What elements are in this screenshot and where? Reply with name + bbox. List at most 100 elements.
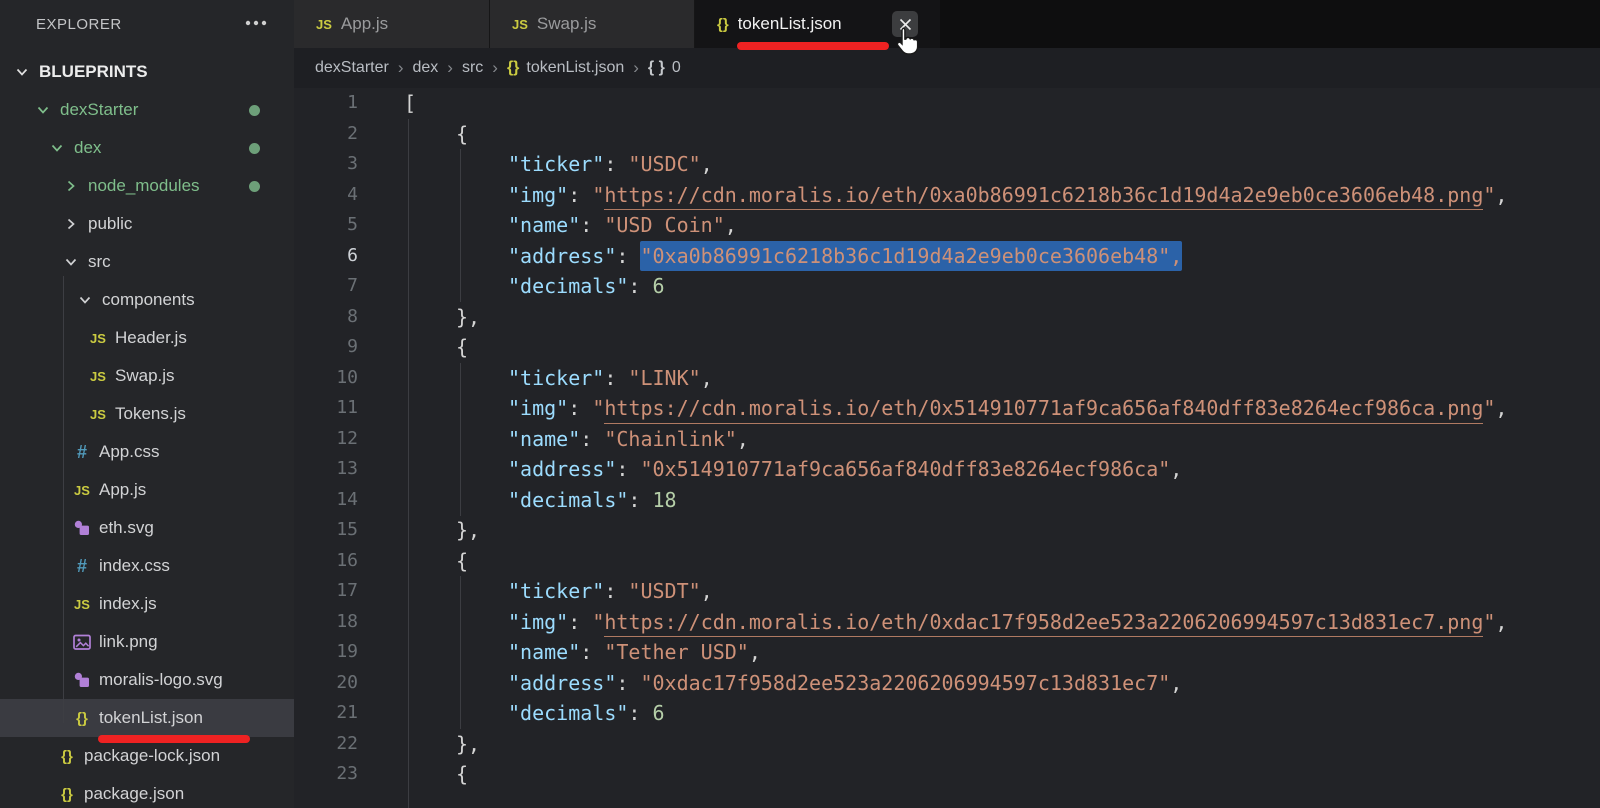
tree-item-app-css[interactable]: # App.css xyxy=(0,433,294,471)
tree-item-components[interactable]: components xyxy=(0,281,294,319)
tree-item-dexstarter[interactable]: dexStarter xyxy=(0,91,294,129)
line-number: 21 xyxy=(336,702,358,723)
editor-group: JS App.js JS Swap.js {} tokenList.json dexSta… xyxy=(294,0,1600,808)
tree-indent-guide xyxy=(63,276,64,723)
chevron-right-icon xyxy=(61,178,81,194)
code-line-5: 5 "name": "USD Coin", xyxy=(294,210,1600,241)
tree-item-src[interactable]: src xyxy=(0,243,294,281)
code-token: }, xyxy=(456,731,481,756)
code-line-22: 22}, xyxy=(294,729,1600,760)
tree-item-moralis-logo-svg[interactable]: moralis-logo.svg xyxy=(0,661,294,699)
tree-item-label: package.json xyxy=(84,784,185,803)
code-token: }, xyxy=(456,304,481,329)
explorer-title: EXPLORER xyxy=(36,15,122,33)
tree-item-package-json[interactable]: {} package.json xyxy=(0,775,294,808)
url-link[interactable]: https://cdn.moralis.io/eth/0x514910771af… xyxy=(604,393,1484,424)
line-number: 6 xyxy=(347,244,358,266)
tree-item-index-js[interactable]: JS index.js xyxy=(0,585,294,623)
chevron-down-icon xyxy=(61,254,81,270)
mouse-cursor-pointer-icon xyxy=(896,27,919,55)
chevron-down-icon xyxy=(33,102,53,118)
code-token: : xyxy=(568,182,593,207)
code-line-2: 2{ xyxy=(294,119,1600,150)
code-token: : xyxy=(616,457,641,481)
code-line-8: 8}, xyxy=(294,302,1600,333)
tree-item-public[interactable]: public xyxy=(0,205,294,243)
tree-item-label: package-lock.json xyxy=(84,746,221,765)
code-line-11: 11 "img": " https://cdn.moralis.io/eth/0x5… xyxy=(294,393,1600,424)
line-number: 4 xyxy=(347,183,358,205)
code-line-18: 18 "img": " https://cdn.moralis.io/eth/0xd… xyxy=(294,607,1600,637)
sidebar-section-blueprints[interactable]: BLUEPRINTS xyxy=(0,53,294,91)
code-token: , xyxy=(700,579,713,603)
breadcrumb-item-dexstarter[interactable]: dexStarter xyxy=(315,59,389,77)
svg-file-icon xyxy=(72,519,92,537)
breadcrumb-item-src[interactable]: src xyxy=(462,59,483,77)
url-link[interactable]: https://cdn.moralis.io/eth/0xdac17f958d2… xyxy=(604,607,1484,637)
js-file-icon: JS xyxy=(90,330,106,346)
code-line-20: 20 "address": "0xdac17f958d2ee523a2206206… xyxy=(294,668,1600,699)
line-number: 8 xyxy=(347,305,358,327)
json-file-icon: {} xyxy=(76,709,88,727)
breadcrumb-separator: › xyxy=(633,58,639,77)
git-modified-dot xyxy=(249,143,260,154)
tree-item-label: public xyxy=(88,214,133,233)
tree-item-swap-js[interactable]: JS Swap.js xyxy=(0,357,294,395)
code-token: : xyxy=(628,701,653,725)
code-line-21: 21 "decimals": 6 xyxy=(294,698,1600,729)
css-file-icon: # xyxy=(76,555,87,576)
code-token: : xyxy=(568,609,593,634)
tree-item-dex[interactable]: dex xyxy=(0,129,294,167)
tree-item-node-modules[interactable]: node_modules xyxy=(0,167,294,205)
code-line-10: 10 "ticker": "LINK", xyxy=(294,363,1600,394)
code-line-4: 4 "img": " https://cdn.moralis.io/eth/0xa0… xyxy=(294,180,1600,210)
code-token: , xyxy=(1170,457,1183,481)
tree-item-app-js[interactable]: JS App.js xyxy=(0,471,294,509)
tree-item-index-css[interactable]: # index.css xyxy=(0,547,294,585)
url-link[interactable]: https://cdn.moralis.io/eth/0xa0b86991c62… xyxy=(604,180,1484,210)
breadcrumb: dexStarter › dex › src › {} tokenList.json › { } 0 xyxy=(294,48,1600,88)
code-token: "Chainlink" xyxy=(604,426,737,451)
chevron-down-icon xyxy=(12,64,32,80)
code-line-17: 17 "ticker": "USDT", xyxy=(294,576,1600,607)
breadcrumb-item-0[interactable]: { } 0 xyxy=(648,59,681,77)
braces-icon: { } xyxy=(647,59,665,76)
svg-file-icon xyxy=(72,671,92,689)
line-number: 22 xyxy=(336,732,358,754)
breadcrumb-item-dex[interactable]: dex xyxy=(412,59,438,77)
tree-item-eth-svg[interactable]: eth.svg xyxy=(0,509,294,547)
breadcrumb-label: dex xyxy=(412,59,439,76)
code-token: { xyxy=(456,335,469,359)
js-file-icon: JS xyxy=(90,368,106,384)
tree-item-tokens-js[interactable]: JS Tokens.js xyxy=(0,395,294,433)
tree-item-label: eth.svg xyxy=(99,518,154,537)
ellipsis-menu-icon[interactable] xyxy=(244,14,268,32)
tree-item-label: components xyxy=(102,290,195,309)
tree-item-link-png[interactable]: link.png xyxy=(0,623,294,661)
line-number: 14 xyxy=(336,488,358,510)
code-token: "USDC" xyxy=(628,152,701,176)
line-number: 23 xyxy=(336,763,358,784)
tab-app-js[interactable]: JS App.js xyxy=(294,0,490,48)
tree-item-label: Swap.js xyxy=(115,366,175,385)
code-token: "decimals" xyxy=(508,487,629,512)
tab-swap-js[interactable]: JS Swap.js xyxy=(490,0,695,48)
code-editor[interactable]: 1[2{3 "ticker": "USDC", 4 "img": " https://c… xyxy=(294,88,1600,808)
tree-item-label: index.js xyxy=(99,594,157,613)
line-number: 15 xyxy=(336,519,358,540)
tree-item-label: node_modules xyxy=(88,176,200,195)
line-number: 13 xyxy=(336,458,358,479)
breadcrumb-item-tokenlist-json[interactable]: {} tokenList.json xyxy=(507,59,624,77)
code-token: "img" xyxy=(508,396,569,420)
tree-item-header-js[interactable]: JS Header.js xyxy=(0,319,294,357)
json-file-icon: {} xyxy=(717,15,729,33)
tree-item-label: App.css xyxy=(99,442,160,461)
explorer-header: EXPLORER xyxy=(0,0,294,48)
code-line-23: 23 { xyxy=(294,759,1600,790)
tree-item-label: dexStarter xyxy=(60,100,139,119)
code-token: : xyxy=(628,274,653,298)
tree-item-label: dex xyxy=(74,138,102,157)
code-token: : xyxy=(604,152,629,176)
tree-item-tokenlist-json[interactable]: {} tokenList.json xyxy=(0,699,294,737)
code-token: , xyxy=(1495,182,1508,207)
